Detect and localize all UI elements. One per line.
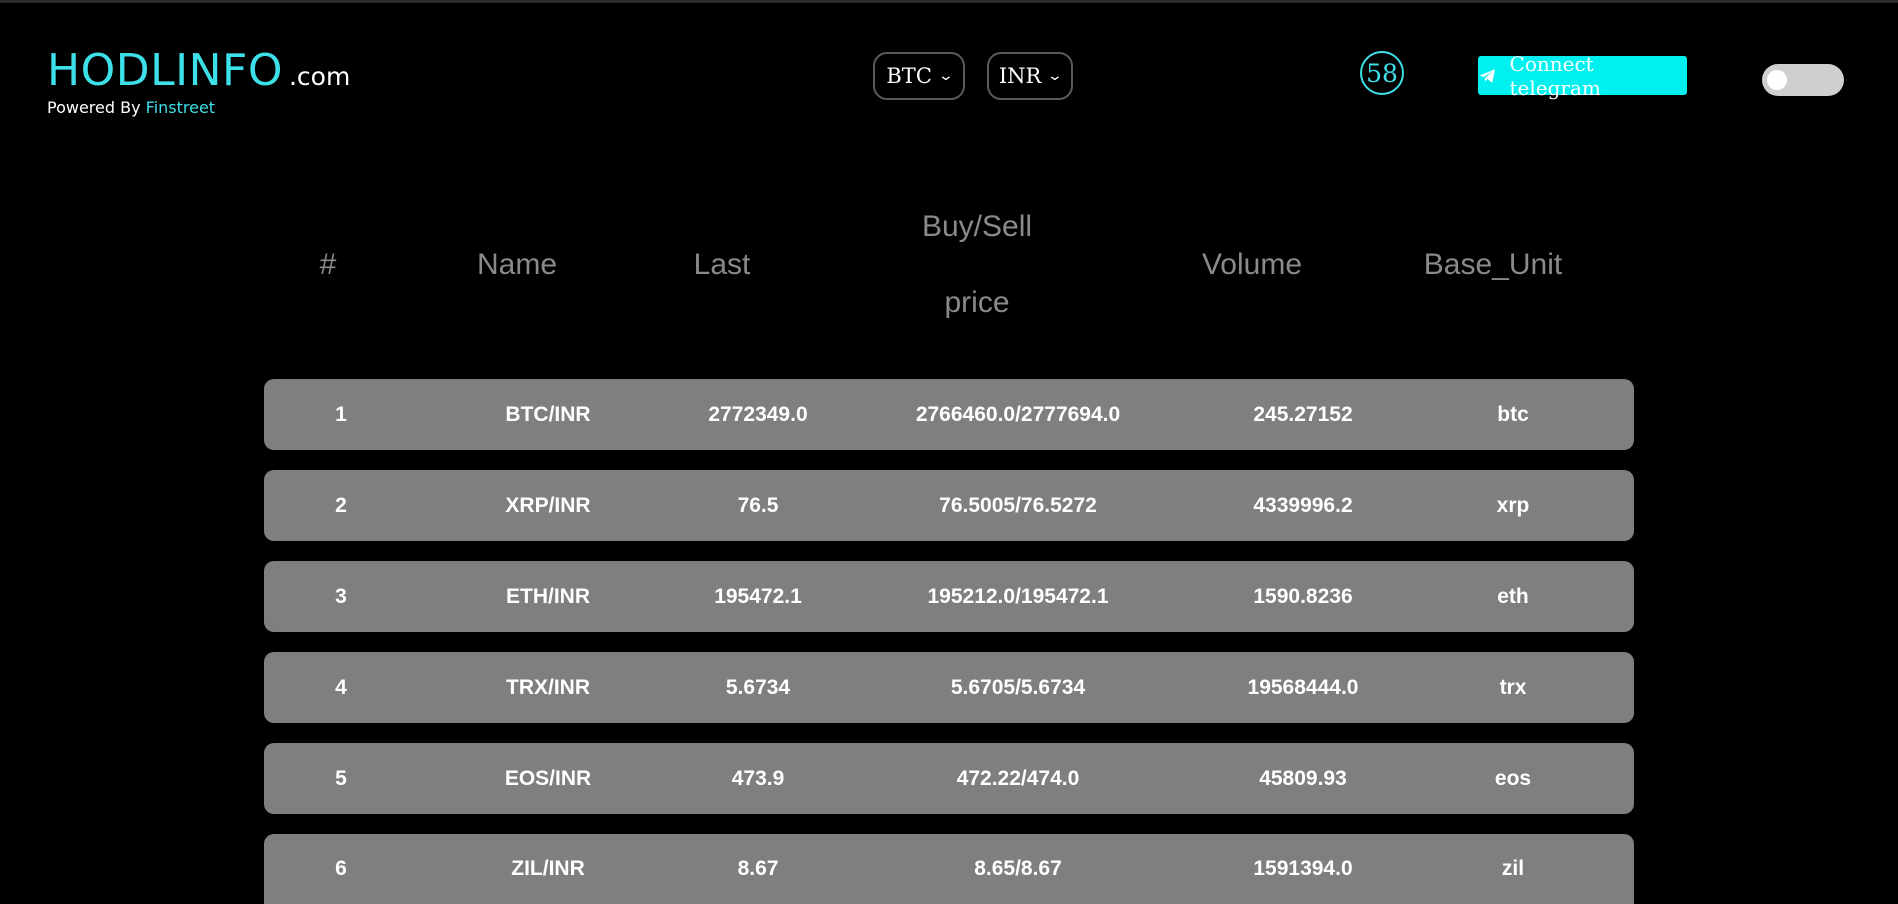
header-buy-sell-line2: price [944, 286, 1010, 319]
brand: HODLINFO .com Powered By Finstreet [47, 46, 350, 118]
toggle-knob [1767, 70, 1787, 90]
row-buy-sell: 195212.0/195472.1 [927, 584, 1109, 608]
header-buy-sell-line1: Buy/Sell [921, 210, 1033, 243]
row-last: 8.67 [737, 857, 779, 880]
brand-suffix: .com [288, 62, 351, 91]
table-header: # Name Last Buy/Sell price Volume Base_U… [264, 210, 1634, 319]
row-name: XRP/INR [505, 493, 591, 517]
theme-toggle[interactable] [1762, 64, 1844, 96]
currency-select-value: INR [998, 64, 1042, 88]
telegram-icon [1479, 68, 1496, 83]
row-num: 6 [335, 857, 347, 880]
row-name: EOS/INR [504, 766, 592, 790]
row-last: 5.6734 [725, 675, 791, 699]
row-buy-sell: 8.65/8.67 [974, 857, 1062, 880]
row-num: 2 [335, 493, 347, 517]
row-volume: 45809.93 [1259, 766, 1347, 790]
header-volume: Volume [1201, 248, 1303, 281]
row-volume: 1590.8236 [1253, 584, 1353, 608]
row-buy-sell: 76.5005/76.5272 [939, 493, 1097, 517]
row-num: 5 [335, 766, 347, 790]
header-buy-sell-price: Buy/Sell price [802, 210, 1152, 319]
timer-value: 58 [1366, 58, 1398, 88]
row-volume: 245.27152 [1253, 402, 1353, 426]
row-base-unit: eth [1497, 584, 1529, 608]
logo[interactable]: HODLINFO .com [47, 46, 350, 96]
table-row: 2 XRP/INR 76.5 76.5005/76.5272 4339996.2… [264, 470, 1634, 541]
row-num: 1 [335, 402, 347, 426]
header-num: # [319, 248, 337, 281]
row-name: TRX/INR [506, 675, 590, 699]
row-buy-sell: 472.22/474.0 [956, 766, 1080, 790]
chevron-down-icon: ⌄ [937, 68, 954, 84]
table-row: 5 EOS/INR 473.9 472.22/474.0 45809.93 eo… [264, 743, 1634, 814]
crypto-select[interactable]: BTC ⌄ [873, 52, 965, 100]
refresh-timer: 58 [1360, 51, 1404, 95]
row-last: 2772349.0 [708, 402, 808, 426]
currency-select[interactable]: INR ⌄ [987, 52, 1073, 100]
row-volume: 4339996.2 [1253, 493, 1353, 517]
row-buy-sell: 5.6705/5.6734 [950, 675, 1086, 699]
table-row: 4 TRX/INR 5.6734 5.6705/5.6734 19568444.… [264, 652, 1634, 723]
brand-title: HODLINFO [47, 45, 283, 96]
powered-by-label: Powered By [47, 98, 141, 117]
row-base-unit: trx [1499, 675, 1527, 699]
powered-by: Powered By Finstreet [47, 98, 350, 117]
row-last: 473.9 [731, 766, 785, 790]
row-base-unit: zil [1501, 857, 1525, 880]
connect-telegram-button[interactable]: Connect telegram [1478, 52, 1687, 100]
table-row: 3 ETH/INR 195472.1 195212.0/195472.1 159… [264, 561, 1634, 632]
header-last: Last [693, 248, 751, 281]
table-row: 1 BTC/INR 2772349.0 2766460.0/2777694.0 … [264, 379, 1634, 450]
row-base-unit: btc [1497, 402, 1529, 426]
header-base-unit: Base_Unit [1423, 248, 1563, 281]
row-name: BTC/INR [505, 402, 591, 426]
telegram-button-label: Connect telegram [1509, 51, 1601, 100]
row-last: 195472.1 [714, 584, 802, 608]
row-volume: 19568444.0 [1247, 675, 1359, 699]
crypto-select-value: BTC [886, 64, 932, 88]
table-row: 6 ZIL/INR 8.67 8.65/8.67 1591394.0 zil [264, 834, 1634, 904]
header-name: Name [476, 248, 558, 281]
chevron-down-icon: ⌄ [1047, 68, 1064, 84]
row-base-unit: xrp [1496, 493, 1530, 517]
row-volume: 1591394.0 [1253, 857, 1353, 880]
row-last: 76.5 [737, 493, 779, 517]
top-border [0, 0, 1898, 3]
row-buy-sell: 2766460.0/2777694.0 [915, 402, 1121, 426]
row-name: ZIL/INR [511, 857, 585, 880]
finstreet-link[interactable]: Finstreet [146, 98, 215, 117]
row-name: ETH/INR [506, 584, 590, 608]
row-num: 4 [335, 675, 347, 699]
row-base-unit: eos [1494, 766, 1532, 790]
row-num: 3 [335, 584, 347, 608]
